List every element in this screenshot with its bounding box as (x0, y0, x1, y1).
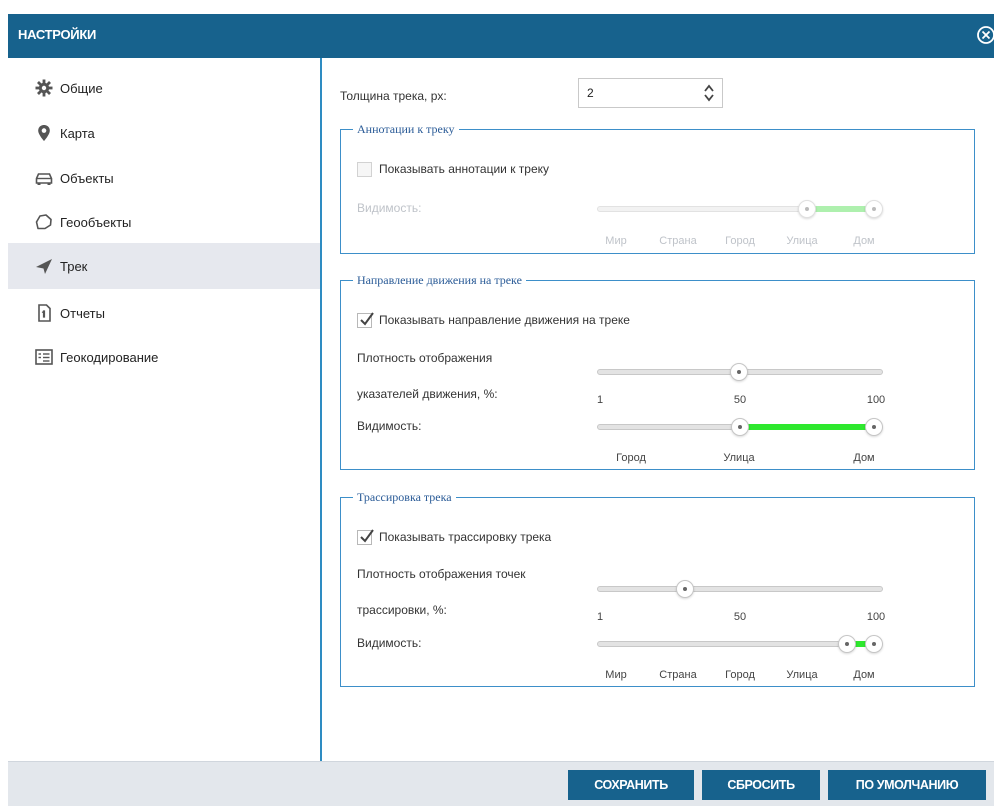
direction-density-label-line1: Плотность отображения (357, 351, 493, 365)
direction-density-label-line2: указателей движения, %: (357, 387, 498, 401)
gear-icon (34, 78, 54, 98)
visibility-scale-label: Улица (786, 669, 818, 681)
paper-plane-icon (34, 256, 54, 276)
annotations-visibility-slider[interactable] (597, 200, 883, 218)
tracing-density-label-line1: Плотность отображения точек (357, 567, 526, 581)
density-tick-min: 1 (596, 611, 604, 623)
settings-sidebar: Общие Карта Объекты Геообъекты Трек Отче… (8, 58, 322, 761)
car-icon (34, 168, 54, 188)
slider-knob-from[interactable] (838, 635, 857, 653)
sidebar-item-label: Отчеты (60, 305, 105, 321)
tracing-density-label-line2: трассировки, %: (357, 603, 447, 617)
visibility-scale-label: Страна (659, 669, 697, 681)
sidebar-item-label: Карта (60, 125, 95, 141)
direction-checkbox-label: Показывать направление движения на треке (379, 313, 630, 327)
dialog-footer: СОХРАНИТЬ СБРОСИТЬ ПО УМОЛЧАНИЮ (8, 761, 994, 806)
document-icon (34, 303, 54, 323)
tracing-density-slider[interactable] (597, 580, 883, 598)
tracing-visibility-slider[interactable] (597, 635, 883, 653)
save-button[interactable]: СОХРАНИТЬ (568, 770, 694, 800)
direction-checkbox[interactable] (357, 312, 374, 328)
reset-button[interactable]: СБРОСИТЬ (702, 770, 820, 800)
direction-scale-label: Улица (723, 452, 755, 464)
tracing-legend: Трассировка трека (357, 490, 452, 504)
sidebar-item-geoobjects[interactable]: Геообъекты (8, 199, 320, 245)
tracing-group: Трассировка трека Показывать трассировку… (340, 490, 975, 687)
annotations-legend: Аннотации к треку (357, 122, 455, 136)
list-card-icon (34, 347, 54, 367)
slider-knob[interactable] (675, 580, 694, 598)
dialog-title: НАСТРОЙКИ (18, 27, 96, 42)
sidebar-item-label: Геокодирование (60, 349, 159, 365)
settings-content: Толщина трека, px: 2 Аннотации к треку П… (322, 58, 994, 761)
track-thickness-value: 2 (587, 86, 594, 100)
dialog-frame-left (0, 0, 8, 805)
sidebar-item-label: Геообъекты (60, 214, 132, 230)
density-tick-min: 1 (596, 394, 604, 406)
direction-visibility-slider[interactable] (597, 418, 883, 436)
track-thickness-label: Толщина трека, px: (340, 89, 447, 103)
settings-dialog: НАСТРОЙКИ Общие Карта Объекты Геообъекты… (0, 0, 994, 806)
direction-group: Направление движения на треке Показывать… (340, 273, 975, 470)
direction-scale-label: Дом (853, 452, 875, 464)
slider-knob-to[interactable] (865, 635, 883, 653)
slider-knob-from[interactable] (798, 200, 816, 218)
map-pin-icon (34, 123, 54, 143)
track-thickness-spinner[interactable]: 2 (578, 78, 723, 108)
slider-knob-from[interactable] (731, 418, 749, 436)
annotations-checkbox[interactable] (357, 162, 372, 177)
visibility-scale-label: Город (725, 235, 755, 247)
visibility-scale-label: Мир (605, 235, 627, 247)
slider-knob[interactable] (729, 363, 748, 381)
tracing-checkbox[interactable] (357, 529, 374, 545)
visibility-scale-label: Улица (786, 235, 818, 247)
sidebar-item-reports[interactable]: Отчеты (8, 290, 320, 336)
sidebar-item-track[interactable]: Трек (8, 243, 320, 289)
check-icon (360, 529, 374, 543)
annotations-visibility-label: Видимость: (357, 201, 422, 215)
sidebar-item-map[interactable]: Карта (8, 110, 320, 156)
sidebar-item-general[interactable]: Общие (8, 65, 320, 111)
visibility-scale-label: Страна (659, 235, 697, 247)
sidebar-item-geocoding[interactable]: Геокодирование (8, 334, 320, 380)
visibility-scale-label: Город (725, 669, 755, 681)
tracing-visibility-label: Видимость: (357, 636, 422, 650)
sidebar-item-label: Объекты (60, 170, 114, 186)
default-button[interactable]: ПО УМОЛЧАНИЮ (828, 770, 986, 800)
slider-knob-to[interactable] (865, 200, 883, 218)
slider-knob-to[interactable] (865, 418, 883, 436)
slider-fill (807, 206, 874, 212)
sidebar-item-label: Трек (60, 258, 88, 274)
close-circle-icon[interactable] (976, 25, 994, 45)
visibility-scale-label: Дом (853, 669, 875, 681)
check-icon (360, 312, 374, 326)
direction-scale-label: Город (616, 452, 646, 464)
density-tick-max: 100 (866, 611, 886, 623)
tracing-checkbox-label: Показывать трассировку трека (379, 530, 552, 544)
density-tick-mid: 50 (733, 394, 747, 406)
density-tick-max: 100 (866, 394, 886, 406)
visibility-scale-label: Мир (605, 669, 627, 681)
annotations-checkbox-label: Показывать аннотации к треку (379, 162, 550, 176)
polygon-icon (34, 212, 54, 232)
direction-visibility-label: Видимость: (357, 419, 422, 433)
spinner-arrows-icon[interactable] (702, 81, 716, 105)
sidebar-item-label: Общие (60, 80, 103, 96)
sidebar-item-objects[interactable]: Объекты (8, 155, 320, 201)
dialog-titlebar: НАСТРОЙКИ (8, 14, 994, 58)
annotations-group: Аннотации к треку Показывать аннотации к… (340, 122, 975, 254)
density-tick-mid: 50 (733, 611, 747, 623)
slider-track (597, 586, 883, 592)
slider-fill (740, 424, 874, 430)
direction-legend: Направление движения на треке (357, 273, 522, 287)
direction-density-slider[interactable] (597, 363, 883, 381)
visibility-scale-label: Дом (853, 235, 875, 247)
